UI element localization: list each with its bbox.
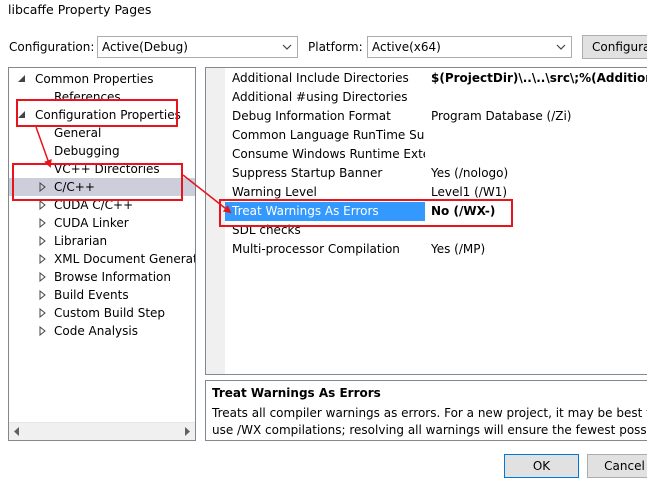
annotation-arrow [182, 174, 232, 214]
annotation-arrow [35, 126, 52, 168]
annotation-arrows [35, 126, 232, 214]
